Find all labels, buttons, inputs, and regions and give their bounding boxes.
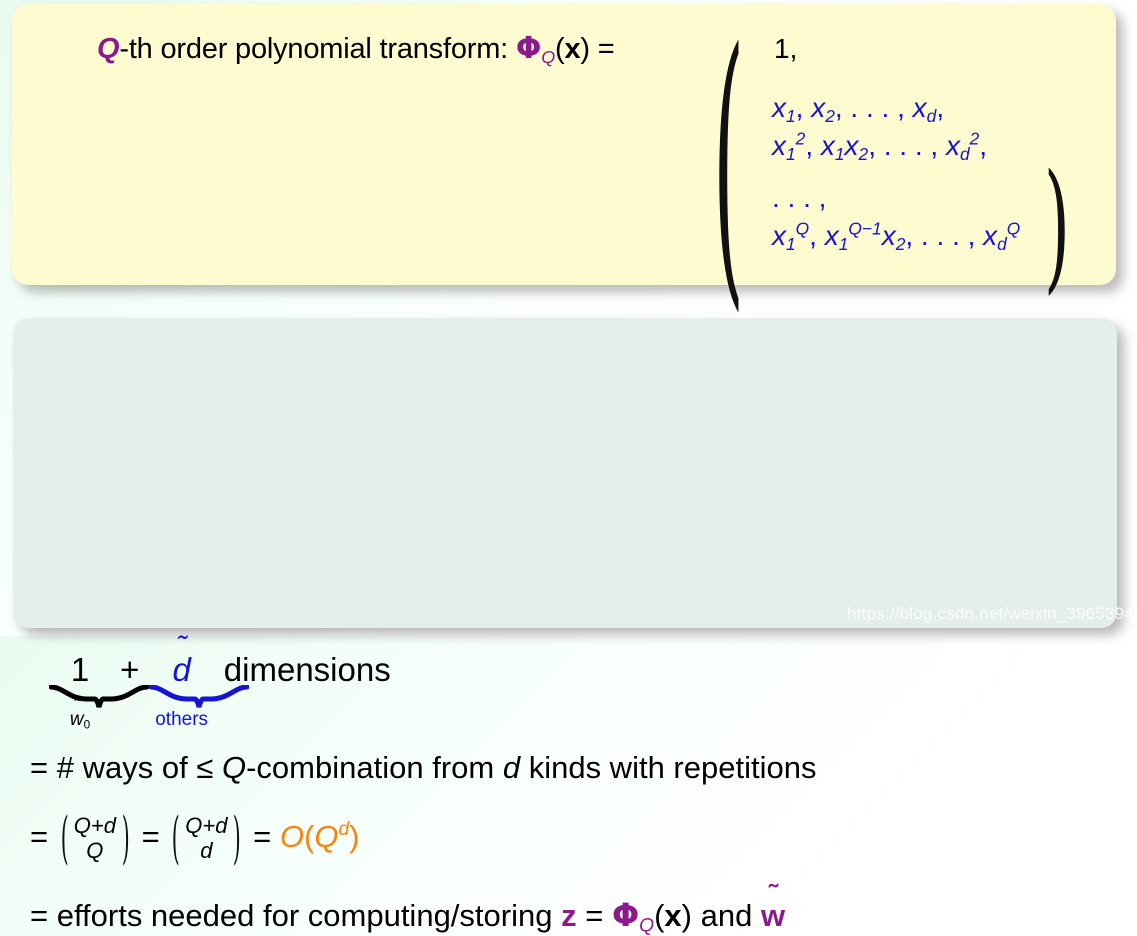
binom2-bottom: d [200,837,213,863]
q-variable: Q [221,750,247,785]
paren-close: ) [580,33,590,65]
polynomial-transform-panel: Q-th order polynomial transform: ΦQ(x) =… [12,4,1116,312]
linear-terms-row: x1, x2, . . . , xd, [772,92,945,126]
underbrace-label-w0: ˜ w0 [69,697,91,732]
paren-close-2: ) [681,898,692,933]
phi-symbol: Φ [515,31,542,66]
one-term: 1 [70,651,90,688]
x-vector-2: x [664,898,682,933]
x-vector: x [564,33,581,65]
vector-close-paren: ) [1044,144,1070,308]
d-variable: d [502,750,521,785]
watermark: https://blog.csdn.net/weixin_39653948 [847,604,1137,623]
phi-symbol-2: Φ [611,896,640,934]
binomial-q-plus-d-choose-d: ( Q+d d ) [172,804,241,871]
efforts-text: efforts needed for computing/storing [56,898,553,933]
combination-count-line: = # ways of ≤ Q-combination from d kinds… [30,750,816,786]
formula-title: Q-th order polynomial transform: ΦQ(x) = [97,31,615,68]
z-vector: z [561,898,577,933]
equals-sign-4: = [141,818,160,854]
dimensions-line: 1 ˜ w0 + ˜ d others dimensions [49,630,391,731]
dtilde-term-group: ˜ d others [148,630,249,730]
q-order-terms-row: x1Q, x1Q−1x2, . . . , xdQ [772,218,1021,254]
vector-open-paren: ( [713,0,745,338]
combination-text: -combination from [246,750,495,785]
binom1-bottom: Q [86,837,104,863]
phi-subscript-2: Q [639,915,655,936]
equals-sign-2: = [30,750,49,785]
binom1-top: Q+d [73,813,116,838]
dimensions-word: dimensions [223,651,391,688]
paren-open-2: ( [654,898,665,933]
underbrace-blue-icon [148,685,249,708]
efforts-line: = efforts needed for computing/storing z… [30,878,786,936]
underbrace-black-icon [49,685,149,708]
q-symbol: Q [97,33,120,65]
ellipsis-row: . . . , [772,182,827,213]
kinds-text: kinds with repetitions [528,750,817,785]
binomial-line: = ( Q+d Q ) = ( Q+d d ) = O(Qd) [30,804,360,871]
dimensions-panel: 1 ˜ w0 + ˜ d others dimensions = # ways of… [13,318,1117,935]
equals-sign-5: = [253,818,272,854]
binomial-q-plus-d-choose-q: ( Q+d Q ) [60,804,130,871]
equals-sign-6: = [30,898,49,933]
constant-row: 1, [774,33,798,64]
w-tilde-vector: ˜ w [760,878,786,933]
binom2-top: Q+d [185,813,228,838]
phi-subscript: Q [541,47,555,68]
title-text: -th order polynomial transform: [119,33,509,65]
ways-of-text: ways of [82,750,188,785]
equals-sign-7: = [585,898,604,933]
one-term-group: 1 ˜ w0 [49,651,149,731]
equals-sign-3: = [30,818,49,854]
equals-sign: = [597,33,615,65]
quadratic-terms-row: x12, x1x2, . . . , xd2, [772,128,988,164]
big-o-complexity: O(Qd) [279,818,360,854]
and-text: and [700,898,753,933]
plus-sign: + [120,651,140,688]
d-tilde-term: ˜ d [172,630,191,688]
leq-sign: ≤ [196,750,214,785]
hash-sign: # [56,750,74,785]
underbrace-label-others: others [155,709,209,730]
